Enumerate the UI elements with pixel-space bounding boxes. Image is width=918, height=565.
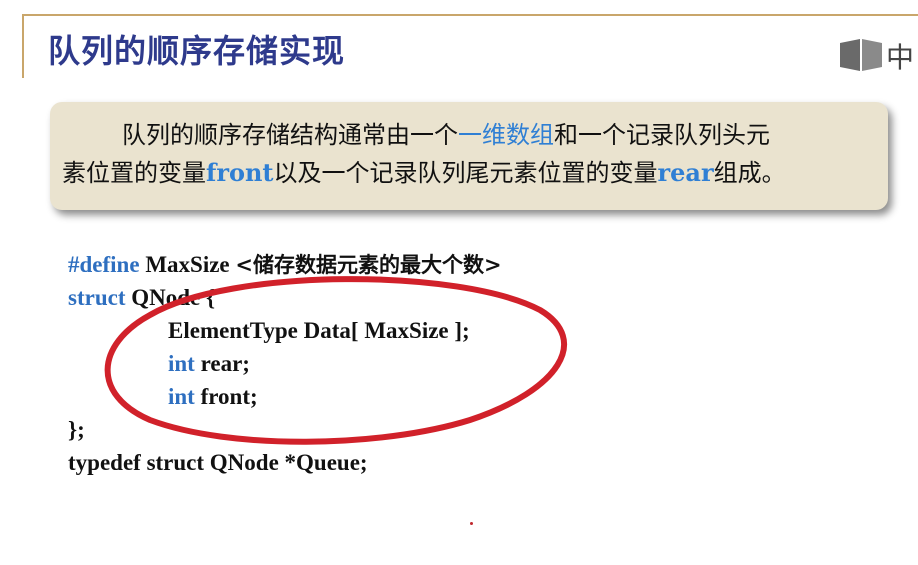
intro-box: 队列的顺序存储结构通常由一个一维数组和一个记录队列头元 素位置的变量front以… — [50, 102, 888, 210]
field-rear: rear; — [200, 351, 250, 376]
int-keyword: int — [168, 384, 195, 409]
intro-text: 素位置的变量 — [62, 159, 206, 187]
book-icon — [838, 37, 884, 75]
course-logo: 中 — [838, 36, 918, 76]
intro-highlight-array: 一维数组 — [458, 121, 554, 149]
intro-highlight-front: front — [206, 158, 274, 187]
pointer-dot — [470, 522, 473, 525]
typedef-statement: typedef struct QNode *Queue; — [68, 450, 368, 475]
code-block: #define MaxSize <储存数据元素的最大个数> struct QNo… — [68, 248, 502, 479]
intro-text: 组成。 — [713, 159, 786, 187]
intro-highlight-rear: rear — [657, 158, 714, 187]
code-line-close: }; — [68, 413, 502, 446]
slide-title: 队列的顺序存储实现 — [48, 32, 346, 70]
struct-keyword: struct — [68, 285, 126, 310]
intro-text: 队列的顺序存储结构通常由一个 — [122, 121, 458, 149]
intro-line-2: 素位置的变量front以及一个记录队列尾元素位置的变量rear组成。 — [62, 154, 872, 192]
intro-text: 以及一个记录队列尾元素位置的变量 — [273, 159, 658, 187]
code-line-define: #define MaxSize <储存数据元素的最大个数> — [68, 248, 502, 281]
top-border-line — [22, 14, 918, 16]
define-keyword: #define — [68, 252, 140, 277]
code-line-struct: struct QNode { — [68, 281, 502, 314]
struct-name: QNode { — [131, 285, 216, 310]
code-line-field-rear: int rear; — [68, 347, 502, 380]
define-name: MaxSize — [145, 252, 230, 277]
intro-text: 和一个记录队列头元 — [554, 121, 770, 149]
field-front: front; — [200, 384, 258, 409]
intro-line-1: 队列的顺序存储结构通常由一个一维数组和一个记录队列头元 — [62, 116, 872, 154]
struct-close: }; — [68, 417, 85, 442]
left-border-line — [22, 14, 24, 78]
code-line-typedef: typedef struct QNode *Queue; — [68, 446, 502, 479]
field-data: ElementType Data[ MaxSize ]; — [168, 318, 470, 343]
code-line-field-data: ElementType Data[ MaxSize ]; — [68, 314, 502, 347]
code-line-field-front: int front; — [68, 380, 502, 413]
define-value: <储存数据元素的最大个数> — [235, 252, 502, 277]
int-keyword: int — [168, 351, 195, 376]
logo-char: 中 — [886, 41, 915, 74]
